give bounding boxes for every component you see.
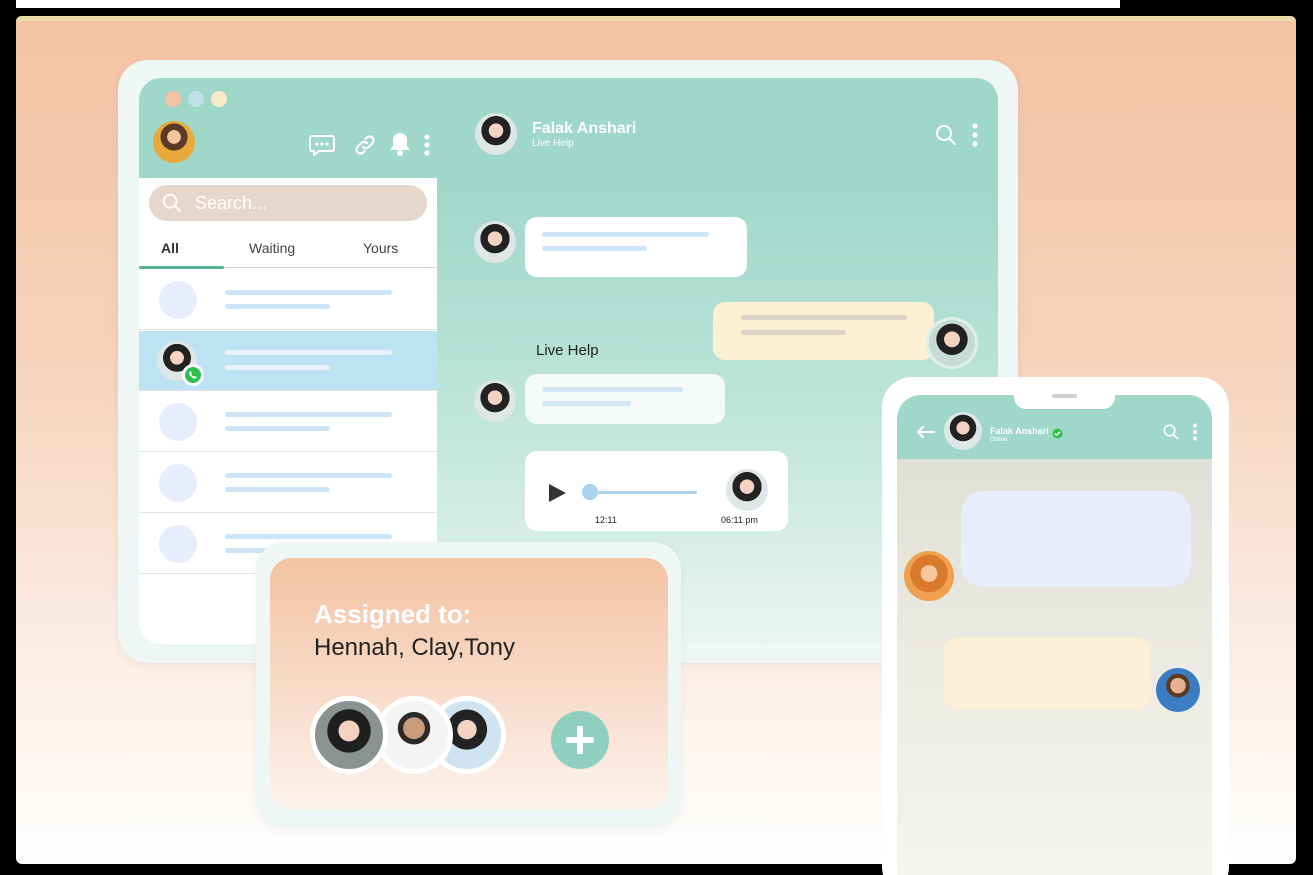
avatar-placeholder [159, 281, 197, 319]
message-bubble-outgoing [713, 302, 934, 360]
back-arrow-icon[interactable] [916, 425, 935, 443]
avatar-placeholder [159, 464, 197, 502]
list-item-selected[interactable] [139, 331, 437, 391]
list-item[interactable] [139, 270, 437, 330]
phone-message-bubble-incoming [961, 491, 1191, 587]
message-avatar [474, 221, 516, 263]
phone-search-icon[interactable] [1162, 423, 1180, 446]
search-placeholder: Search... [195, 193, 268, 213]
active-tab-indicator [139, 266, 224, 269]
chat-more-icon[interactable] [971, 123, 979, 152]
search-field-icon [161, 192, 183, 219]
phone-frame: Falak Anshari Online [882, 377, 1229, 875]
window-dot-minimize[interactable] [188, 91, 204, 107]
audio-progress-track[interactable] [587, 491, 697, 494]
message-avatar [474, 380, 516, 422]
window-dot-maximize[interactable] [211, 91, 227, 107]
tab-all[interactable]: All [161, 240, 179, 256]
phone-message-bubble-outgoing [944, 637, 1151, 710]
tab-waiting[interactable]: Waiting [249, 240, 295, 256]
assignee-avatar-1[interactable] [310, 696, 388, 774]
phone-agent-avatar [1156, 668, 1200, 712]
avatar-placeholder [159, 525, 197, 563]
chat-icon[interactable] [309, 134, 335, 161]
avatar-placeholder [159, 403, 197, 441]
phone-sender-avatar [904, 551, 954, 601]
verified-icon [1052, 426, 1063, 444]
list-item[interactable] [139, 392, 437, 452]
list-item[interactable] [139, 453, 437, 513]
whatsapp-icon [182, 364, 204, 386]
plus-icon [564, 724, 596, 761]
search-input[interactable]: Search... [149, 185, 427, 221]
window-dot-close[interactable] [165, 91, 181, 107]
tab-yours[interactable]: Yours [363, 240, 398, 256]
audio-progress-knob[interactable] [582, 484, 598, 500]
search-icon[interactable] [934, 123, 958, 152]
message-bubble-incoming [525, 217, 747, 277]
assigned-title: Assigned to: [314, 599, 472, 629]
bell-icon[interactable] [388, 131, 412, 162]
contact-status: Live Help [532, 138, 574, 149]
phone-contact-name: Falak Anshari [990, 426, 1049, 436]
phone-more-icon[interactable] [1192, 423, 1198, 446]
assigned-card: Assigned to: Hennah, Clay,Tony [270, 558, 668, 810]
audio-time: 06:11 pm [721, 515, 758, 525]
chat-label: Live Help [536, 342, 599, 359]
phone-notch [1014, 377, 1115, 409]
phone-screen: Falak Anshari Online [897, 395, 1212, 875]
phone-contact-avatar[interactable] [944, 412, 982, 450]
top-strip [16, 0, 1120, 8]
play-icon[interactable] [547, 483, 567, 508]
phone-contact-status: Online [990, 437, 1008, 443]
desktop-header: Falak Anshari Live Help [139, 78, 998, 178]
contact-avatar[interactable] [475, 113, 517, 155]
user-avatar[interactable] [153, 121, 195, 163]
link-icon[interactable] [353, 133, 377, 162]
message-bubble-incoming [525, 374, 725, 424]
audio-duration: 12:11 [595, 515, 617, 525]
agent-avatar [926, 317, 978, 369]
more-icon[interactable] [423, 134, 431, 161]
tab-divider [224, 267, 437, 268]
audio-message[interactable]: 12:11 06:11 pm [525, 451, 788, 531]
audio-sender-avatar [726, 469, 768, 511]
contact-name: Falak Anshari [532, 120, 637, 137]
stage: Falak Anshari Live Help Search... All Wa… [0, 0, 1313, 875]
add-assignee-button[interactable] [551, 711, 609, 769]
assigned-names: Hennah, Clay,Tony [314, 634, 515, 661]
